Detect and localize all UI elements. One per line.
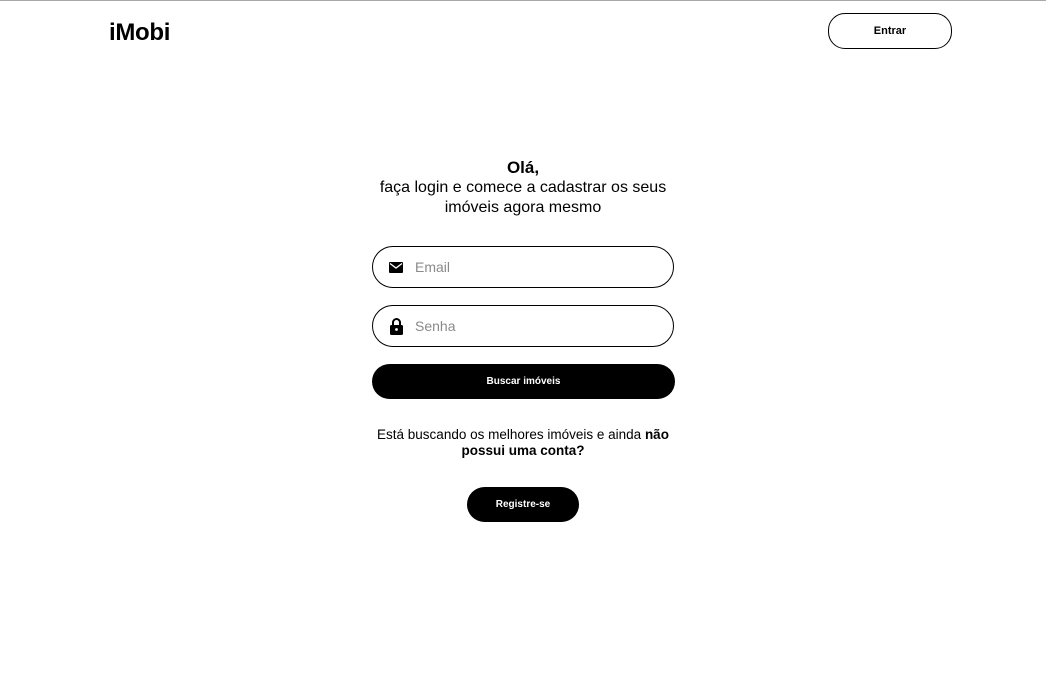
greeting: Olá, faça login e comece a cadastrar os … bbox=[323, 158, 723, 218]
password-field[interactable] bbox=[372, 305, 674, 347]
password-input[interactable] bbox=[413, 317, 657, 335]
lock-icon bbox=[389, 317, 403, 335]
signup-prompt: Está buscando os melhores imóveis e aind… bbox=[373, 427, 673, 459]
greeting-subtitle: faça login e comece a cadastrar os seus … bbox=[379, 179, 667, 216]
email-input[interactable] bbox=[413, 258, 657, 276]
login-button[interactable]: Entrar bbox=[828, 13, 952, 49]
header: iMobi Entrar bbox=[0, 1, 1046, 61]
search-properties-button[interactable]: Buscar imóveis bbox=[372, 364, 675, 399]
greeting-title: Olá, bbox=[506, 158, 540, 177]
register-button[interactable]: Registre-se bbox=[467, 487, 579, 522]
email-field[interactable] bbox=[372, 246, 674, 288]
signup-prompt-text: Está buscando os melhores imóveis e aind… bbox=[377, 427, 645, 442]
logo[interactable]: iMobi bbox=[109, 19, 170, 47]
mail-icon bbox=[389, 259, 403, 275]
